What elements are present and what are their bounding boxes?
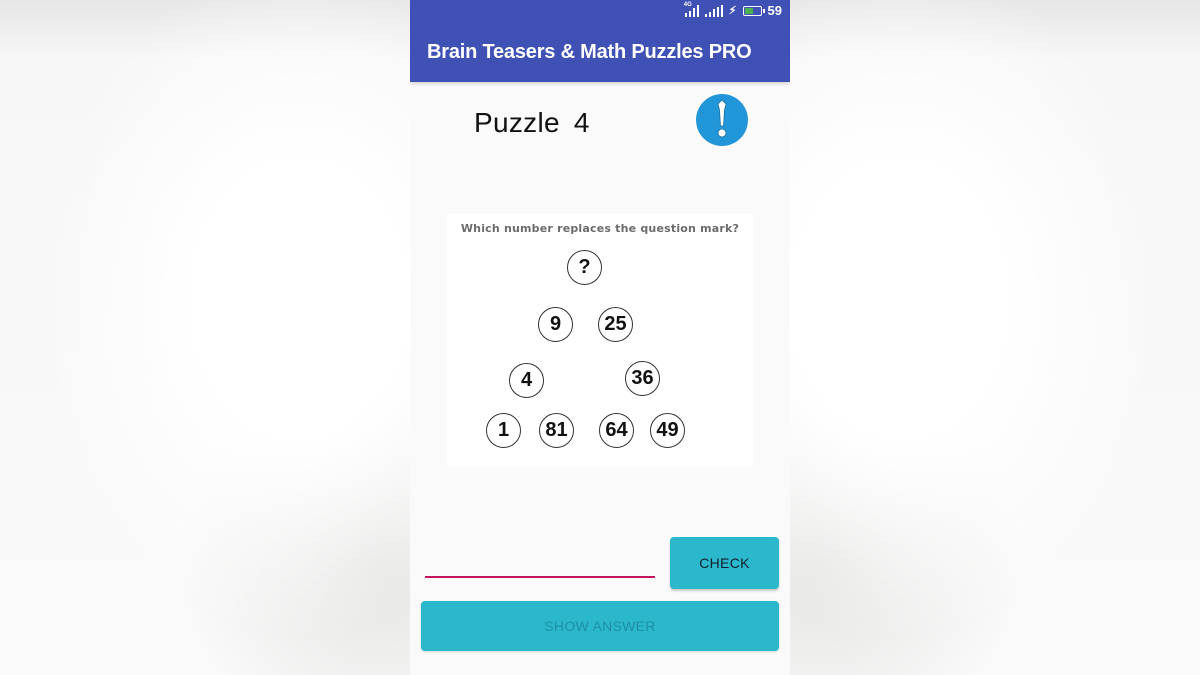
puzzle-image: Which number replaces the question mark?…: [447, 214, 753, 467]
show-answer-button[interactable]: SHOW ANSWER: [421, 601, 779, 651]
puzzle-number: 4: [573, 107, 590, 138]
number-node: 36: [625, 361, 660, 396]
number-node: 81: [539, 413, 574, 448]
number-node: 4: [509, 363, 544, 398]
number-node: 49: [650, 413, 685, 448]
status-bar: 4G ⚡︎ 59: [410, 0, 790, 24]
answer-input[interactable]: [425, 546, 655, 578]
app-title: Brain Teasers & Math Puzzles PRO: [427, 41, 752, 63]
exclamation-icon: [717, 99, 727, 138]
hint-button[interactable]: [696, 94, 748, 146]
number-node: 9: [538, 307, 573, 342]
number-node: 64: [599, 413, 634, 448]
battery-icon: [742, 5, 765, 16]
battery-level: [744, 7, 754, 14]
puzzle-question: Which number replaces the question mark?: [460, 222, 740, 235]
phone-screen: 4G ⚡︎ 59 Brain Teasers & Math Puzzles PR…: [410, 0, 790, 675]
puzzle-label: Puzzle: [474, 107, 560, 138]
cellular-signal-icon: [704, 4, 723, 17]
charging-bolt-icon: ⚡︎: [728, 5, 737, 17]
puzzle-title: Puzzle 4: [474, 107, 590, 139]
cellular-4g-signal-icon: 4G: [684, 2, 699, 17]
number-node: 25: [598, 307, 633, 342]
check-button[interactable]: CHECK: [670, 537, 779, 589]
number-node: 1: [486, 413, 521, 448]
app-bar: Brain Teasers & Math Puzzles PRO: [410, 24, 790, 82]
battery-percent: 59: [767, 3, 782, 18]
number-node-question: ?: [567, 250, 602, 285]
